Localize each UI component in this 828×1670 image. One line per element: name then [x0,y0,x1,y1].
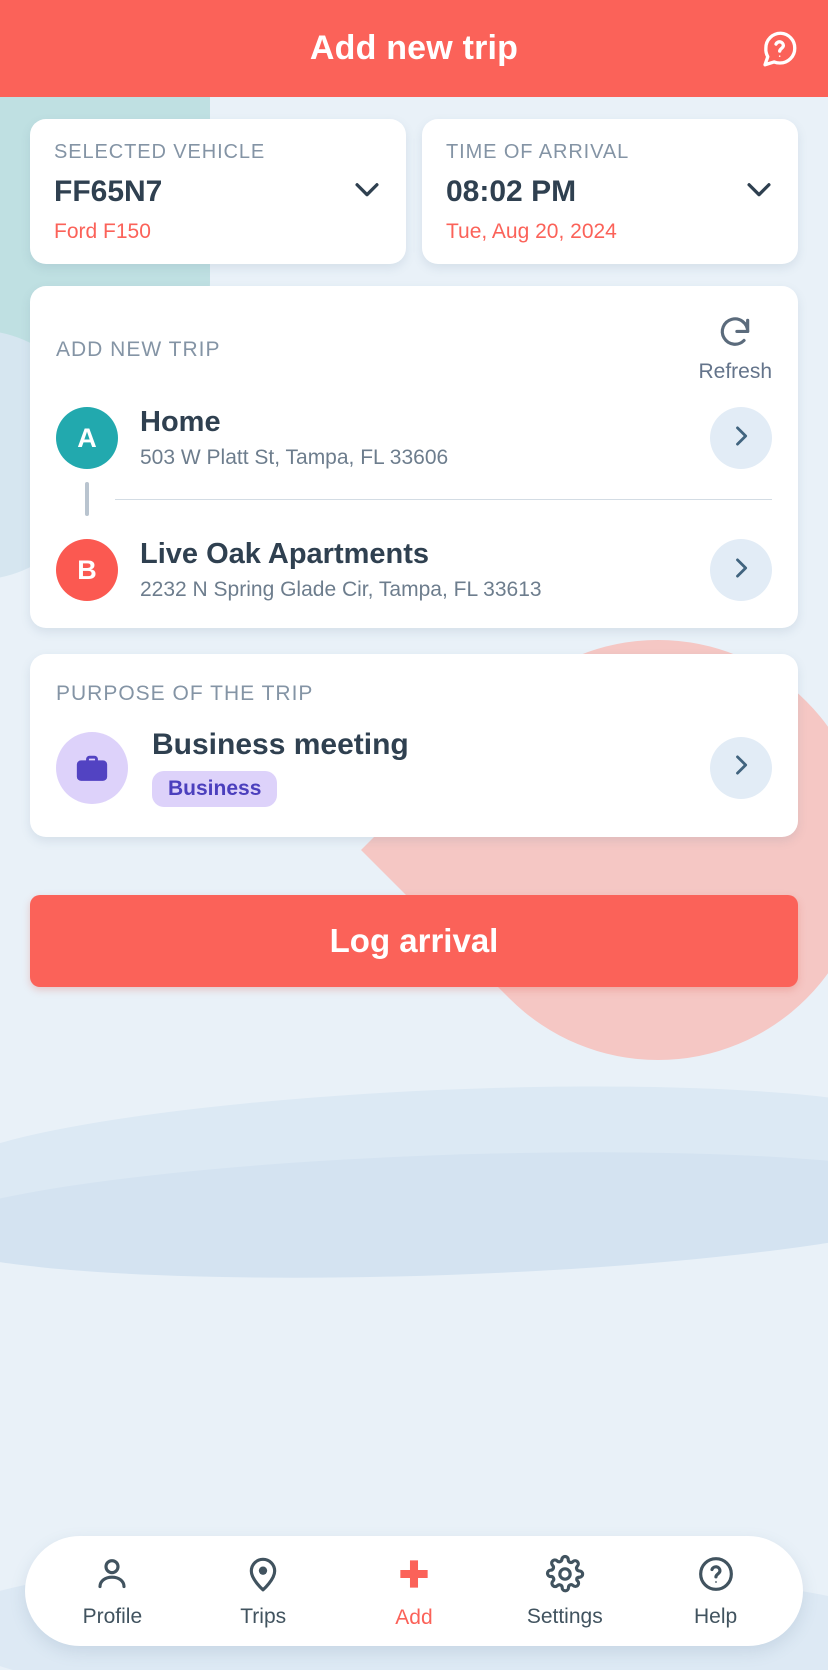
refresh-label: Refresh [698,360,772,383]
trip-card-header: ADD NEW TRIP Refresh [56,314,772,384]
bottom-navigation-bar: Profile Trips Add Settings Help [25,1536,803,1646]
log-arrival-button[interactable]: Log arrival [30,895,798,987]
nav-label-settings: Settings [526,1604,603,1628]
stop-a-text: Home 503 W Platt St, Tampa, FL 33606 [118,406,710,470]
connector-dash [85,482,89,516]
connector-divider [115,498,772,500]
chevron-down-icon[interactable] [350,172,384,211]
nav-label-add: Add [395,1605,433,1629]
help-chat-icon[interactable] [756,26,802,72]
stop-a-address: 503 W Platt St, Tampa, FL 33606 [140,446,449,469]
chevron-right-icon [727,751,755,784]
time-of-arrival-value: 08:02 PM [446,174,577,208]
chevron-right-icon [727,422,755,455]
add-new-trip-title: ADD NEW TRIP [56,338,221,361]
map-pin-icon [243,1554,283,1599]
app-header: Add new trip [0,0,828,97]
time-of-arrival-label: TIME OF ARRIVAL [446,141,630,163]
nav-label-profile: Profile [82,1604,143,1628]
chevron-down-icon[interactable] [742,172,776,211]
stop-badge-a: A [56,407,118,469]
purpose-name: Business meeting [152,728,409,761]
nav-item-add[interactable]: Add [349,1553,479,1630]
time-of-arrival-selector[interactable]: TIME OF ARRIVAL 08:02 PM Tue, Aug 20, 20… [422,119,798,264]
briefcase-icon [56,731,128,804]
refresh-button[interactable]: Refresh [698,314,772,384]
nav-item-settings[interactable]: Settings [500,1554,630,1629]
trip-stop-b[interactable]: B Live Oak Apartments 2232 N Spring Glad… [56,538,772,602]
stop-b-address: 2232 N Spring Glade Cir, Tampa, FL 33613 [140,578,542,601]
nav-item-help[interactable]: Help [651,1554,781,1629]
purpose-label: PURPOSE OF THE TRIP [56,682,314,705]
gear-icon [545,1554,585,1599]
plus-icon [393,1553,435,1600]
nav-item-profile[interactable]: Profile [47,1554,177,1629]
stop-b-chevron-button[interactable] [710,539,772,601]
purpose-text: Business meeting Business [128,728,710,807]
add-new-trip-card: ADD NEW TRIP Refresh A Home 503 W Platt … [30,286,798,628]
main-content: SELECTED VEHICLE FF65N7 Ford F150 TIME O… [0,119,828,987]
selector-row: SELECTED VEHICLE FF65N7 Ford F150 TIME O… [30,119,798,264]
refresh-icon [716,314,754,357]
selected-vehicle-sub: Ford F150 [54,220,151,243]
stop-a-name: Home [140,406,221,438]
purpose-row: Business meeting Business [56,728,772,807]
chevron-right-icon [727,554,755,587]
question-circle-icon [696,1554,736,1599]
trip-purpose-card[interactable]: PURPOSE OF THE TRIP Business meeting Bus… [30,654,798,837]
purpose-chevron-button[interactable] [710,736,772,799]
stop-badge-b: B [56,539,118,601]
page-title: Add new trip [309,29,519,67]
selected-vehicle-value: FF65N7 [54,174,163,208]
trip-stop-a[interactable]: A Home 503 W Platt St, Tampa, FL 33606 [56,406,772,470]
stop-a-chevron-button[interactable] [710,407,772,469]
nav-label-help: Help [693,1604,738,1628]
stop-connector [56,482,772,516]
stop-b-name: Live Oak Apartments [140,538,430,570]
person-icon [92,1554,132,1599]
app-screen: Add new trip SELECTED VEHICLE FF65N7 For… [0,0,828,1670]
nav-label-trips: Trips [240,1604,287,1628]
stop-b-text: Live Oak Apartments 2232 N Spring Glade … [118,538,710,602]
time-of-arrival-sub: Tue, Aug 20, 2024 [446,220,617,243]
selected-vehicle-label: SELECTED VEHICLE [54,141,266,163]
selected-vehicle-selector[interactable]: SELECTED VEHICLE FF65N7 Ford F150 [30,119,406,264]
nav-item-trips[interactable]: Trips [198,1554,328,1629]
purpose-tag-badge: Business [152,771,278,807]
